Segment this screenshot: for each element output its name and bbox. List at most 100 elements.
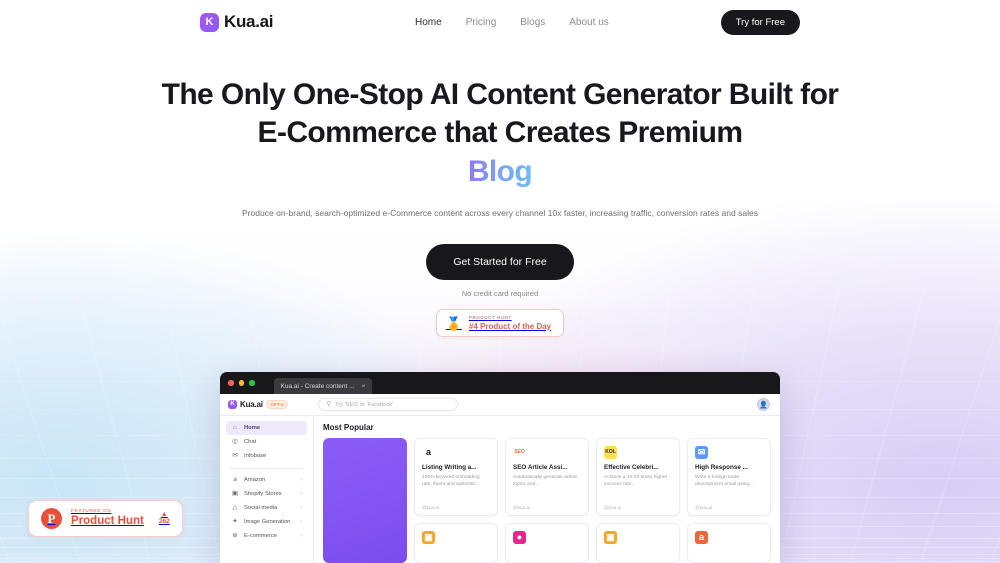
app-preview-window: Kua.ai - Create content ... × K Kua.ai G… xyxy=(220,372,780,563)
amazon-icon: a xyxy=(233,475,237,483)
card-title: Effective Celebri... xyxy=(604,464,659,471)
close-icon[interactable]: × xyxy=(362,383,366,390)
brand-logo[interactable]: K Kua.ai xyxy=(200,12,274,32)
card-title: SEO Article Assi... xyxy=(513,464,568,471)
card-icon: ● xyxy=(513,531,526,544)
chevron-right-icon: › xyxy=(300,533,302,539)
sidebar-item-home[interactable]: ⌂ Home xyxy=(226,421,307,435)
nav-item-pricing[interactable]: Pricing xyxy=(466,17,497,28)
app-brand-logo-icon: K xyxy=(228,400,237,409)
sidebar-item-chat[interactable]: ◎ Chat xyxy=(226,435,307,449)
search-input[interactable]: ⚲ Try 'SEO' or 'Facebook' xyxy=(318,398,458,411)
card-description: Write a foreign trade development email … xyxy=(695,474,754,487)
card-icon: ✉ xyxy=(695,446,708,459)
sidebar-item-social-media[interactable]: △ Social media › xyxy=(226,501,307,515)
product-hunt-logo-icon: P xyxy=(41,508,62,529)
app-main-content: Most Popular a Listing Writing a... 100% k… xyxy=(314,416,780,563)
card-icon: a xyxy=(695,531,708,544)
sidebar-item-amazon[interactable]: a Amazon › xyxy=(226,473,307,487)
chevron-right-icon: › xyxy=(300,519,302,525)
sidebar-divider xyxy=(230,468,303,469)
window-maximize-icon[interactable] xyxy=(249,380,255,386)
page-title: The Only One-Stop AI Content Generator B… xyxy=(0,76,1000,191)
model-badge: GPT-4 xyxy=(265,400,289,409)
brand-name: Kua.ai xyxy=(224,12,274,31)
card-description: Automatically generate article topics an… xyxy=(513,474,578,487)
sidebar-item-shopify-stores[interactable]: ▣ Shopify Stores › xyxy=(226,487,307,501)
headline-gradient-word: Blog xyxy=(468,153,533,191)
app-card[interactable]: SEO SEO Article Assi... Automatically gene… xyxy=(505,438,589,516)
product-hunt-upvote[interactable]: ▲ 262 xyxy=(159,511,170,525)
image-generation-icon: ✦ xyxy=(232,517,238,525)
app-card[interactable]: a xyxy=(687,523,771,563)
nav-item-blogs[interactable]: Blogs xyxy=(520,17,545,28)
card-author: @kua.ai xyxy=(422,505,439,510)
card-icon: ▣ xyxy=(422,531,435,544)
search-placeholder: Try 'SEO' or 'Facebook' xyxy=(335,401,394,408)
nav-item-about-us[interactable]: About us xyxy=(569,17,608,28)
app-card[interactable]: ● xyxy=(505,523,589,563)
chat-icon: ◎ xyxy=(232,437,238,445)
card-icon: SEO xyxy=(513,446,526,459)
brand-logo-icon: K xyxy=(200,12,219,32)
card-title: High Response ... xyxy=(695,464,748,471)
get-started-button[interactable]: Get Started for Free xyxy=(426,244,574,281)
product-hunt-vote-count: 262 xyxy=(158,517,170,525)
main-nav: Home Pricing Blogs About us xyxy=(415,17,609,28)
sidebar-item-label: Home xyxy=(244,425,261,431)
product-hunt-center-kicker: PRODUCT HUNT xyxy=(468,315,512,321)
product-hunt-day-badge[interactable]: 🏅 PRODUCT HUNT #4 Product of the Day xyxy=(435,309,565,338)
window-close-icon[interactable] xyxy=(228,380,234,386)
app-card[interactable]: ✉ High Response ... Write a foreign trade … xyxy=(687,438,771,516)
app-sidebar: ⌂ Home ◎ Chat ✉ Infobase a Amazon › ▣ Shopify Sto… xyxy=(220,416,314,563)
app-card[interactable]: ▣ xyxy=(596,523,680,563)
card-description: Achieve a 10-20 times higher success rat… xyxy=(604,474,668,487)
product-hunt-center-label: #4 Product of the Day xyxy=(468,321,552,331)
social-media-icon: △ xyxy=(232,503,238,511)
app-card[interactable]: a Listing Writing a... 100% keyword embedd… xyxy=(414,438,498,516)
browser-tab-title: Kua.ai - Create content ... xyxy=(280,382,355,390)
medal-icon: 🏅 xyxy=(445,315,462,331)
window-title-bar: Kua.ai - Create content ... × xyxy=(220,372,780,394)
product-hunt-featured-name: Product Hunt xyxy=(71,515,144,528)
product-hunt-center-wrap: 🏅 PRODUCT HUNT #4 Product of the Day xyxy=(0,298,1000,338)
product-hunt-featured-kicker: FEATURED ON xyxy=(71,508,112,514)
card-author: @kua.ai xyxy=(513,505,530,510)
shopify-icon: ▣ xyxy=(231,489,239,497)
app-card[interactable]: KOL Effective Celebri... Achieve a 10-20 t… xyxy=(596,438,680,516)
home-icon: ⌂ xyxy=(233,423,237,431)
avatar[interactable]: 👤 xyxy=(757,398,770,411)
sidebar-item-label: Image Generation xyxy=(244,519,291,525)
site-header: K Kua.ai Home Pricing Blogs About us Try fo… xyxy=(0,0,1000,44)
chevron-right-icon: › xyxy=(300,505,302,511)
chevron-right-icon: › xyxy=(300,477,302,483)
sidebar-item-label: Shopify Stores xyxy=(244,491,282,497)
hero-section: The Only One-Stop AI Content Generator B… xyxy=(0,0,1000,338)
window-minimize-icon[interactable] xyxy=(238,380,244,386)
create-an-app-card[interactable] xyxy=(323,438,407,563)
sidebar-item-e-commerce[interactable]: ⊕ E-commerce › xyxy=(226,529,307,543)
sidebar-item-label: E-commerce xyxy=(244,533,277,539)
nav-item-home[interactable]: Home xyxy=(415,17,442,28)
ecommerce-icon: ⊕ xyxy=(232,531,238,539)
card-icon: ▣ xyxy=(604,531,617,544)
sidebar-item-label: Amazon xyxy=(244,477,266,483)
card-author: @kua.ai xyxy=(695,505,712,510)
card-icon: KOL xyxy=(604,446,617,459)
infobase-icon: ✉ xyxy=(232,451,238,459)
app-brand-logo[interactable]: K Kua.ai GPT-4 xyxy=(228,400,308,409)
headline-line-2: E-Commerce that Creates Premium xyxy=(257,116,744,150)
browser-tab[interactable]: Kua.ai - Create content ... × xyxy=(273,378,373,394)
card-icon: a xyxy=(422,446,435,459)
sidebar-item-infobase[interactable]: ✉ Infobase xyxy=(226,449,307,463)
app-card[interactable]: ▣ xyxy=(414,523,498,563)
product-hunt-featured-badge[interactable]: P FEATURED ON Product Hunt ▲ 262 xyxy=(28,500,183,537)
search-icon: ⚲ xyxy=(326,401,332,408)
no-credit-card-note: No credit card required xyxy=(461,289,539,299)
sidebar-item-image-generation[interactable]: ✦ Image Generation › xyxy=(226,515,307,529)
app-brand-name: Kua.ai xyxy=(240,400,263,409)
section-title: Most Popular xyxy=(323,423,374,432)
hero-subheadline: Produce on-brand, search-optimized e-Com… xyxy=(241,208,759,219)
card-description: 100% keyword embedding rate, fluent and … xyxy=(422,474,480,487)
try-for-free-button[interactable]: Try for Free xyxy=(720,9,800,35)
